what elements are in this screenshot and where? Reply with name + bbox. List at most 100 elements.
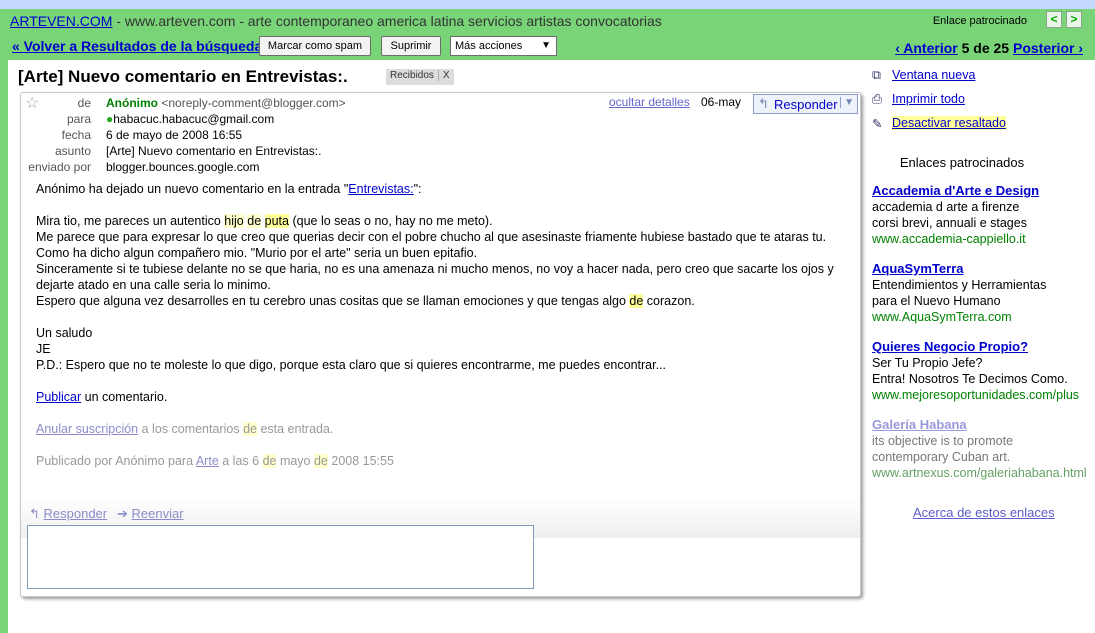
reply-link-label: Responder (43, 506, 108, 521)
reply-icon: ↰ (758, 96, 769, 111)
highlight: de (243, 422, 257, 436)
new-window-icon: ⧉ (872, 68, 881, 82)
text: Mira tio, me pareces un autentico (36, 214, 225, 228)
text: (que lo seas o no, hay no me meto). (288, 214, 493, 228)
text: a las 6 (218, 454, 263, 468)
pager: ‹ Anterior 5 de 25 Posterior › (895, 40, 1083, 56)
delete-button[interactable]: Suprimir (381, 36, 441, 56)
new-window-link[interactable]: Ventana nueva (892, 68, 975, 82)
ad-desc: its objective is to promote (872, 434, 1014, 448)
sponsored-next-button[interactable]: > (1066, 11, 1082, 28)
ad-url: www.mejoresoportunidades.com/plus (872, 388, 1080, 402)
header-value: Anónimo <noreply-comment@blogger.com> (106, 96, 346, 110)
reply-link[interactable]: ↰ Responder (29, 506, 107, 522)
reply-textbox[interactable] (27, 525, 534, 589)
sponsored-text: - www.arteven.com - arte contemporaneo a… (112, 13, 662, 29)
ad-desc: contemporary Cuban art. (872, 450, 1011, 464)
highlight: de (262, 454, 277, 468)
mark-spam-button[interactable]: Marcar como spam (259, 36, 371, 56)
reply-button[interactable]: ↰ Responder ▼ (753, 94, 858, 114)
highlight: puta (264, 214, 289, 228)
printer-icon: ⎙ (872, 92, 883, 106)
ad-desc: Entendimientos y Herramientas (872, 278, 1047, 292)
signoff-2: JE (36, 342, 51, 356)
publish-link[interactable]: Publicar (36, 390, 81, 404)
ad-title[interactable]: AquaSymTerra (872, 261, 1095, 277)
reply-menu-icon[interactable]: ▼ (840, 97, 854, 108)
blog-link[interactable]: Arte (196, 454, 219, 468)
inbox-label: Recibidos X (386, 69, 454, 85)
ad-url: www.accademia-cappiello.it (872, 232, 1026, 246)
highlight-off-action[interactable]: ✎ Desactivar resaltado (872, 115, 1095, 139)
remove-label-button[interactable]: X (437, 70, 450, 81)
reply-icon: ↰ (29, 506, 44, 521)
print-all-link[interactable]: Imprimir todo (892, 92, 965, 106)
text: mayo (276, 454, 314, 468)
text: un comentario. (81, 390, 168, 404)
message-card: ☆ de Anónimo <noreply-comment@blogger.com… (20, 92, 861, 597)
highlight: de (247, 214, 262, 228)
ad-desc: para el Nuevo Humano (872, 294, 1001, 308)
forward-icon: ➔ (117, 506, 132, 521)
publish-line: Publicar un comentario. (36, 389, 846, 405)
highlight: de (313, 454, 328, 468)
more-actions-value: Más acciones (455, 40, 523, 52)
back-to-results-link[interactable]: « Volver a Resultados de la búsqueda (12, 38, 262, 54)
ad-title[interactable]: Galería Habana (872, 417, 1095, 433)
ad-desc: Ser Tu Propio Jefe? (872, 356, 983, 370)
sponsored-label: Enlace patrocinado (932, 15, 1027, 27)
header-key: de (77, 96, 91, 110)
print-all-action[interactable]: ⎙ Imprimir todo (872, 91, 1095, 115)
ad-title[interactable]: Quieres Negocio Propio? (872, 339, 1095, 355)
unsubscribe-line: Anular suscripción a los comentarios de … (36, 421, 846, 437)
text: a los comentarios (138, 422, 244, 436)
sidebar-actions: ⧉ Ventana nueva ⎙ Imprimir todo ✎ Desactiva… (872, 67, 1095, 139)
ad-item: Quieres Negocio Propio? Ser Tu Propio Je… (872, 339, 1095, 403)
body-paragraph-4: Espero que alguna vez desarrolles en tu … (36, 293, 846, 309)
text: 2008 15:55 (327, 454, 394, 468)
postscript: P.D.: Espero que no te moleste lo que di… (36, 358, 667, 372)
post-link[interactable]: Entrevistas: (348, 182, 413, 196)
header-value: [Arte] Nuevo comentario en Entrevistas:. (106, 144, 322, 158)
sender-name: Anónimo (106, 96, 158, 110)
sponsored-prev-button[interactable]: < (1046, 11, 1062, 28)
intro-line: Anónimo ha dejado un nuevo comentario en… (36, 181, 846, 197)
sponsored-link-bar: ARTEVEN.COM - www.arteven.com - arte con… (0, 9, 1095, 33)
message-body: Anónimo ha dejado un nuevo comentario en… (36, 181, 846, 469)
highlight-off-link[interactable]: Desactivar resaltado (892, 116, 1006, 130)
action-toolbar: « Volver a Resultados de la búsqueda Mar… (0, 33, 1095, 60)
ad-desc: Entra! Nosotros Te Decimos Como. (872, 372, 1068, 386)
ad-item: AquaSymTerra Entendimientos y Herramient… (872, 261, 1095, 325)
text: corazon. (643, 294, 695, 308)
ad-url: www.AquaSymTerra.com (872, 310, 1012, 324)
sponsored-site-link[interactable]: ARTEVEN.COM (10, 13, 112, 29)
unsubscribe-link[interactable]: Anular suscripción (36, 422, 138, 436)
highlighter-icon: ✎ (872, 117, 883, 131)
highlight: hijo (224, 214, 244, 228)
top-bar: ARTEVEN.COM - www.arteven.com - arte con… (0, 0, 1095, 60)
ad-item: Galería Habana its objective is to promo… (872, 417, 1095, 481)
published-line: Publicado por Anónimo para Arte a las 6 … (36, 453, 846, 469)
body-paragraph-2: Me parece que para expresar lo que creo … (36, 230, 827, 260)
left-frame (0, 60, 8, 633)
new-window-action[interactable]: ⧉ Ventana nueva (872, 67, 1095, 91)
sponsored-links-title: Enlaces patrocinados (899, 155, 1025, 170)
header-key: asunto (54, 144, 91, 158)
ad-item: Accademia d'Arte e Design accademia d ar… (872, 183, 1095, 247)
message-date: 06-may (701, 95, 742, 109)
ad-desc: accademia d arte a firenze (872, 200, 1020, 214)
text: esta entrada. (256, 422, 334, 436)
about-these-links[interactable]: Acerca de estos enlaces (913, 505, 1055, 520)
next-link[interactable]: Posterior › (1013, 40, 1083, 56)
more-actions-select[interactable]: Más acciones ▼ (450, 36, 557, 56)
pager-position: 5 de 25 (961, 40, 1010, 56)
signoff-1: Un saludo (36, 326, 93, 340)
label-text: Recibidos (390, 70, 434, 81)
recipient: habacuc.habacuc@gmail.com (113, 112, 275, 126)
forward-link[interactable]: ➔ Reenviar (117, 506, 184, 522)
hide-details-link[interactable]: ocultar detalles (609, 95, 690, 109)
header-key: enviado por (28, 160, 91, 174)
ad-title[interactable]: Accademia d'Arte e Design (872, 183, 1095, 199)
previous-link[interactable]: ‹ Anterior (895, 40, 957, 56)
dropdown-arrow-icon: ▼ (541, 40, 551, 51)
